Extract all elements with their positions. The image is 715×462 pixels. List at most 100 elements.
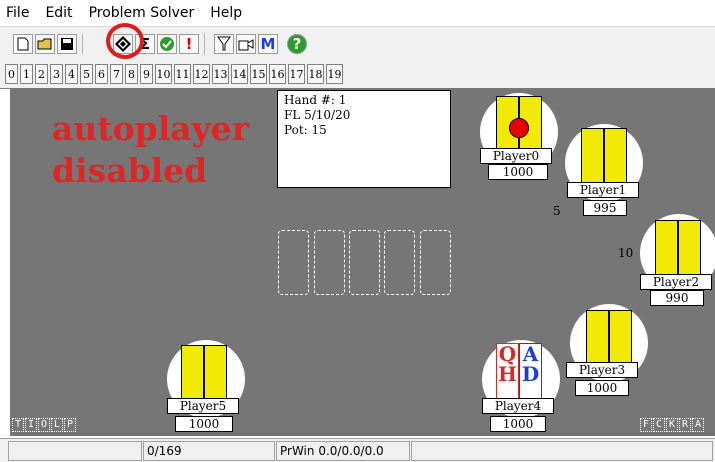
player5-cards: [181, 345, 227, 403]
filter-funnel-icon[interactable]: [214, 34, 234, 54]
hand-icon[interactable]: [236, 34, 256, 54]
seat-button[interactable]: 4: [65, 64, 78, 84]
seat-button[interactable]: 19: [326, 64, 343, 84]
menu-edit[interactable]: Edit: [37, 5, 80, 21]
seat-button[interactable]: 12: [193, 64, 210, 84]
player-bet: 10: [618, 246, 634, 260]
seat-button[interactable]: 9: [140, 64, 153, 84]
player-stack: 1000: [175, 416, 233, 432]
board-card-slot: [278, 230, 309, 295]
player-stack: 1000: [488, 164, 548, 180]
menu-file[interactable]: File: [0, 5, 37, 21]
menu-problem-solver[interactable]: Problem Solver: [81, 5, 203, 21]
new-document-icon[interactable]: [13, 34, 33, 54]
seat-button[interactable]: 10: [155, 64, 172, 84]
raise-button[interactable]: R: [679, 418, 691, 432]
status-prwin: PrWin 0.0/0.0/0.0: [276, 441, 410, 461]
help-icon[interactable]: ?: [287, 34, 307, 54]
mini-button-i[interactable]: I: [25, 418, 37, 432]
mini-button-o[interactable]: O: [38, 418, 50, 432]
save-disk-icon[interactable]: [57, 34, 77, 54]
seat-button[interactable]: 18: [307, 64, 324, 84]
m-icon[interactable]: M: [258, 34, 278, 54]
toolbar-separator: [82, 34, 83, 54]
green-check-icon[interactable]: [157, 34, 177, 54]
left-action-buttons: T I O L P: [12, 418, 77, 434]
card-rank: Q: [498, 342, 517, 366]
player-name: Player3: [566, 362, 638, 378]
hand-number: Hand #: 1: [284, 93, 347, 107]
card-back: [655, 220, 678, 278]
card-back: [678, 220, 701, 278]
seat-button[interactable]: 5: [80, 64, 93, 84]
pot-amount: Pot: 15: [284, 123, 327, 137]
player-stack: 990: [650, 290, 704, 306]
player-bet: 5: [553, 204, 561, 218]
mini-button-l[interactable]: L: [51, 418, 63, 432]
player2-cards: [655, 220, 701, 278]
call-button[interactable]: C: [653, 418, 665, 432]
status-pane-empty: [8, 441, 142, 461]
ace-of-diamonds-card: A D: [519, 343, 542, 401]
board-card-slot: [314, 230, 345, 295]
status-bar: 0/169 PrWin 0.0/0.0/0.0: [0, 438, 715, 462]
board-card-slot: [384, 230, 415, 295]
player-stack: 995: [583, 200, 627, 216]
seat-button[interactable]: 14: [231, 64, 248, 84]
mini-button-p[interactable]: P: [64, 418, 76, 432]
hand-info-panel: Hand #: 1 FL 5/10/20 Pot: 15: [277, 90, 451, 188]
menu-help[interactable]: Help: [202, 5, 250, 21]
mini-button-t[interactable]: T: [12, 418, 24, 432]
check-button[interactable]: K: [666, 418, 678, 432]
card-back: [604, 128, 627, 186]
card-back: [581, 128, 604, 186]
player-name: Player0: [480, 148, 552, 164]
seat-number-bar: 0 1 2 3 4 5 6 7 8 9 10 11 12 13 14 15 16…: [0, 60, 715, 89]
seat-button[interactable]: 17: [288, 64, 305, 84]
seat-button[interactable]: 13: [212, 64, 229, 84]
autoplayer-disabled-notice: autoplayer disabled: [52, 108, 249, 192]
board-card-slot: [349, 230, 380, 295]
card-back: [609, 310, 632, 368]
player-stack: 1000: [575, 380, 629, 396]
board-card-slot: [420, 230, 451, 295]
dealer-button-icon: [509, 118, 529, 138]
queen-of-hearts-card: Q H: [496, 343, 519, 401]
seat-button[interactable]: 7: [110, 64, 123, 84]
fold-button[interactable]: F: [640, 418, 652, 432]
player4-cards: Q H A D: [496, 343, 542, 401]
notice-line: disabled: [52, 151, 208, 190]
allin-button[interactable]: A: [692, 418, 704, 432]
player-name: Player2: [640, 274, 712, 290]
card-back: [181, 345, 204, 403]
card-back: [586, 310, 609, 368]
card-suit: H: [498, 362, 517, 386]
player-name: Player4: [482, 398, 554, 414]
card-rank: A: [522, 342, 539, 366]
card-suit: D: [521, 362, 540, 386]
seat-button[interactable]: 3: [50, 64, 63, 84]
right-action-buttons: F C K R A: [640, 418, 705, 434]
seat-button[interactable]: 8: [125, 64, 138, 84]
seat-button[interactable]: 15: [250, 64, 267, 84]
player1-cards: [581, 128, 627, 186]
notice-line: autoplayer: [52, 109, 250, 148]
seat-button[interactable]: 6: [95, 64, 108, 84]
seat-button[interactable]: 1: [20, 64, 33, 84]
card-back: [204, 345, 227, 403]
seat-button[interactable]: 16: [269, 64, 286, 84]
seat-button[interactable]: 0: [5, 64, 18, 84]
alert-icon[interactable]: !: [179, 34, 199, 54]
open-folder-icon[interactable]: [35, 34, 55, 54]
menu-bar: File Edit Problem Solver Help: [0, 0, 715, 26]
player-stack: 1000: [490, 416, 546, 432]
status-progress: 0/169: [143, 441, 275, 461]
player-name: Player5: [167, 398, 239, 414]
limit-info: FL 5/10/20: [284, 108, 351, 122]
status-pane-empty: [411, 441, 713, 461]
seat-button[interactable]: 2: [35, 64, 48, 84]
player3-cards: [586, 310, 632, 368]
poker-table: autoplayer disabled Hand #: 1 FL 5/10/20…: [10, 88, 715, 436]
toolbar-separator: [204, 34, 205, 54]
seat-button[interactable]: 11: [174, 64, 191, 84]
